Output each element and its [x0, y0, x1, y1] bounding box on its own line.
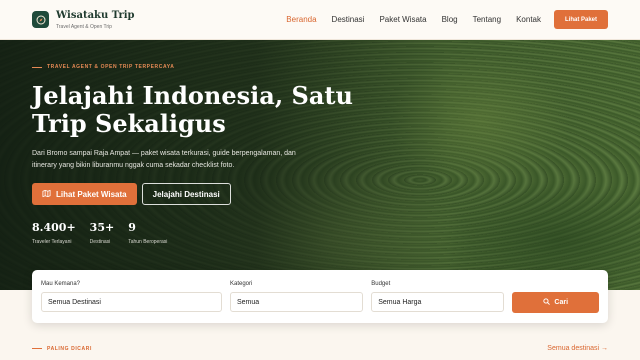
lihat-paket-wisata-button[interactable]: Lihat Paket Wisata: [32, 183, 137, 205]
stat-label: Tahun Beroperasi: [128, 239, 168, 245]
nav-item-destinasi[interactable]: Destinasi: [332, 15, 365, 24]
hero-description: Dari Bromo sampai Raja Ampat — paket wis…: [32, 150, 296, 169]
hero-stats: 8.400+ Traveler Terlayani 35+ Destinasi …: [32, 221, 372, 245]
search-icon: [543, 298, 551, 307]
hero-section: TRAVEL AGENT & OPEN TRIP TERPERCAYA Jela…: [0, 40, 640, 290]
hero-title-line-2: Trip Sekaligus: [32, 109, 226, 138]
stat-value: 9: [128, 221, 136, 234]
jelajahi-destinasi-button[interactable]: Jelajahi Destinasi: [141, 183, 231, 205]
search-button-label: Cari: [554, 299, 569, 306]
brand-name: Wisataku Trip: [56, 9, 135, 21]
category-select[interactable]: Semua: [229, 292, 364, 312]
top-navbar: Wisataku Trip Travel Agent & Open Trip B…: [0, 0, 640, 40]
hero-title-line-1: Jelajahi Indonesia, Satu: [32, 81, 353, 110]
category-field: Kategori Semua: [229, 281, 364, 312]
popular-eyebrow: PALING DICARI: [32, 346, 92, 352]
budget-field: Budget Semua Harga: [371, 281, 505, 312]
stat-label: Destinasi: [89, 239, 111, 245]
hero-buttons: Lihat Paket Wisata Jelajahi Destinasi: [32, 183, 372, 205]
stat-value: 8.400+: [32, 221, 76, 234]
nav-menu: Beranda Destinasi Paket Wisata Blog Tent…: [286, 15, 541, 24]
trip-search-card: Mau Kemana? Semua Destinasi Kategori Sem…: [32, 270, 608, 323]
search-button[interactable]: Cari: [512, 292, 599, 313]
destination-select[interactable]: Semua Destinasi: [41, 292, 222, 312]
compass-logo-icon: [32, 11, 49, 28]
all-destinations-link[interactable]: Semua destinasi →: [547, 345, 608, 352]
brand-tagline: Travel Agent & Open Trip: [56, 23, 112, 30]
stat-label: Traveler Terlayani: [32, 239, 72, 245]
stat-travelers: 8.400+ Traveler Terlayani: [32, 221, 76, 245]
stat-destinations: 35+ Destinasi: [90, 221, 115, 245]
brand[interactable]: Wisataku Trip Travel Agent & Open Trip: [32, 10, 135, 30]
category-label: Kategori: [229, 281, 253, 287]
stat-years: 9 Tahun Beroperasi: [128, 221, 167, 245]
popular-eyebrow-text: PALING DICARI: [47, 345, 92, 352]
stat-value: 35+: [89, 221, 115, 234]
nav-item-blog[interactable]: Blog: [442, 15, 458, 24]
nav-item-tentang[interactable]: Tentang: [473, 15, 501, 24]
budget-label: Budget: [371, 281, 391, 287]
nav-item-paket-wisata[interactable]: Paket Wisata: [379, 15, 426, 24]
destination-label: Mau Kemana?: [41, 281, 81, 287]
budget-select[interactable]: Semua Harga: [371, 292, 505, 312]
lihat-paket-wisata-label: Lihat Paket Wisata: [56, 189, 127, 199]
map-icon: [42, 189, 51, 200]
hero-eyebrow-text: TRAVEL AGENT & OPEN TRIP TERPERCAYA: [47, 64, 175, 70]
hero-content: TRAVEL AGENT & OPEN TRIP TERPERCAYA Jela…: [32, 64, 372, 245]
nav-item-kontak[interactable]: Kontak: [516, 15, 541, 24]
nav-item-beranda[interactable]: Beranda: [286, 15, 316, 24]
lihat-paket-button[interactable]: Lihat Paket: [553, 10, 608, 29]
popular-section-header: PALING DICARI Semua destinasi →: [32, 345, 608, 352]
hero-eyebrow: TRAVEL AGENT & OPEN TRIP TERPERCAYA: [32, 64, 372, 70]
destination-field: Mau Kemana? Semua Destinasi: [41, 281, 222, 312]
hero-title: Jelajahi Indonesia, Satu Trip Sekaligus: [32, 82, 372, 138]
